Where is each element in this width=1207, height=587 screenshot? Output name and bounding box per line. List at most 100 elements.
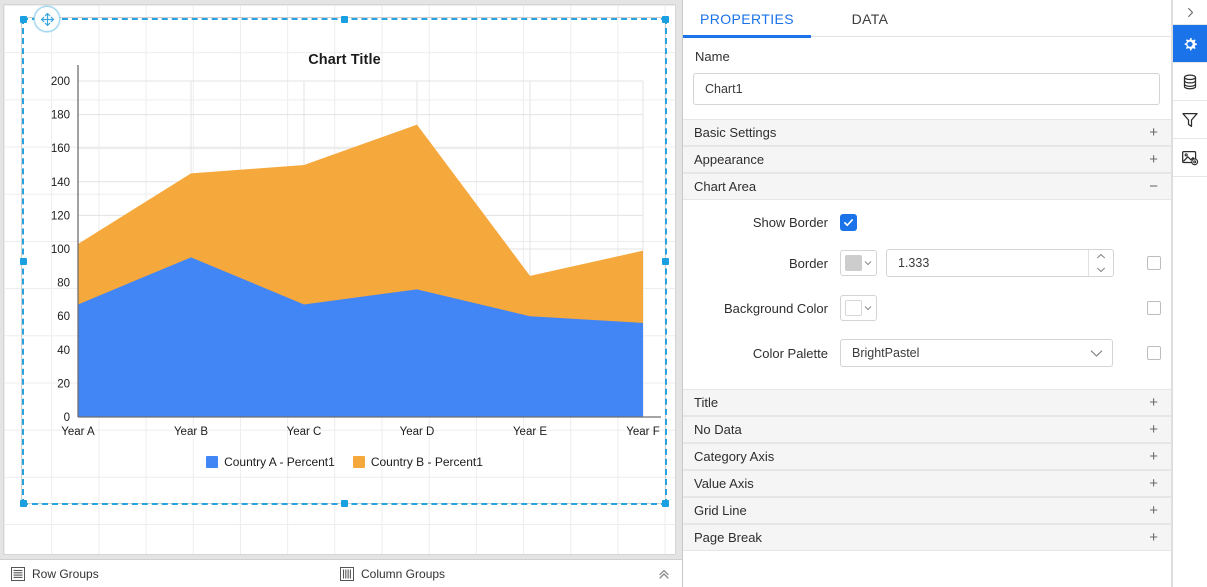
section-value-axis-toggle-icon: + (1149, 475, 1158, 492)
row-groups-label: Row Groups (32, 566, 99, 581)
chart-legend: Country A - Percent1 Country B - Percent1 (26, 455, 663, 469)
border-expression-checkbox[interactable] (1147, 256, 1161, 270)
section-category-axis[interactable]: Category Axis + (683, 443, 1171, 470)
check-icon (844, 219, 853, 227)
show-border-checkbox[interactable] (840, 214, 857, 231)
section-basic-settings[interactable]: Basic Settings + (683, 119, 1171, 146)
section-grid-line-toggle-icon: + (1149, 502, 1158, 519)
category-axis-tick-label: Year A (61, 426, 95, 438)
name-label: Name (695, 49, 730, 64)
section-category-axis-toggle-icon: + (1149, 448, 1158, 465)
section-page-break[interactable]: Page Break + (683, 524, 1171, 551)
background-color-picker[interactable] (840, 295, 877, 321)
expand-panel-button[interactable] (1173, 0, 1207, 25)
section-appearance-toggle-icon: + (1149, 151, 1158, 168)
section-basic-settings-toggle-icon: + (1149, 124, 1158, 141)
chevron-down-icon (1097, 267, 1105, 272)
section-page-break-toggle-icon: + (1149, 529, 1158, 546)
database-icon (1183, 74, 1197, 89)
value-axis-tick-label: 120 (51, 210, 70, 222)
move-cross-icon[interactable] (34, 6, 60, 32)
color-palette-expression-checkbox[interactable] (1147, 346, 1161, 360)
value-axis-tick-label: 140 (51, 177, 70, 189)
section-chart-area[interactable]: Chart Area − (683, 173, 1171, 200)
border-color-picker[interactable] (840, 250, 877, 276)
chart-plot: 0 20 40 60 80 100 120 140 160 180 200 Year A Year B… (51, 65, 661, 438)
value-axis-tick-label: 100 (51, 244, 70, 256)
legend-item: Country B - Percent1 (352, 455, 483, 469)
tab-properties[interactable]: PROPERTIES (683, 0, 811, 38)
section-appearance-label: Appearance (694, 152, 765, 167)
chevron-down-icon (864, 306, 872, 311)
bottom-sections: Title + No Data + Category Axis + Value Axis + G… (683, 389, 1171, 551)
section-title-toggle-icon: + (1149, 394, 1158, 411)
chart-value-axis: 0 20 40 60 80 100 120 140 160 180 200 (51, 65, 79, 424)
chevron-double-up-icon (659, 569, 669, 579)
chevron-down-icon (864, 261, 872, 266)
column-groups-button[interactable]: Column Groups (340, 566, 446, 581)
border-width-field[interactable] (886, 249, 1114, 277)
section-no-data[interactable]: No Data + (683, 416, 1171, 443)
panel-tabs: PROPERTIES DATA (683, 0, 1171, 38)
chart-area-section-body: Show Border Border 1.333 Background Colo… (683, 200, 1171, 389)
rail-item-data-source[interactable] (1173, 63, 1207, 101)
color-palette-label: Color Palette (752, 345, 828, 361)
tab-data[interactable]: DATA (811, 0, 929, 37)
category-axis-tick-label: Year B (174, 426, 208, 438)
category-axis-tick-label: Year D (400, 426, 435, 438)
section-chart-area-toggle-icon: − (1149, 178, 1158, 195)
column-groups-label: Column Groups (361, 566, 446, 581)
border-width-increment[interactable] (1096, 250, 1106, 263)
chevron-down-icon (1090, 349, 1103, 357)
color-palette-select[interactable]: BrightPastel (840, 339, 1113, 367)
section-chart-area-label: Chart Area (694, 179, 757, 194)
category-axis-tick-label: Year C (287, 426, 322, 438)
value-axis-tick-label: 80 (57, 278, 70, 290)
image-settings-icon (1182, 150, 1199, 165)
section-appearance[interactable]: Appearance + (683, 146, 1171, 173)
chevron-up-icon (1097, 254, 1105, 259)
rail-item-image-settings[interactable] (1173, 139, 1207, 177)
section-grid-line-label: Grid Line (694, 503, 747, 518)
properties-pane: PROPERTIES DATA Name Basic Settings + Ap… (683, 0, 1172, 587)
background-color-row: Background Color (683, 295, 1171, 321)
color-palette-value: BrightPastel (852, 346, 920, 360)
value-axis-tick-label: 40 (57, 345, 70, 357)
report-designer: Chart Title 0 20 40 60 80 100 120 140 160 180 200 … (0, 0, 1207, 587)
color-palette-row: Color Palette BrightPastel (683, 339, 1171, 367)
border-width-decrement[interactable] (1096, 263, 1106, 276)
background-expression-checkbox[interactable] (1147, 301, 1161, 315)
category-axis-tick-label: Year E (513, 426, 547, 438)
section-value-axis[interactable]: Value Axis + (683, 470, 1171, 497)
rows-icon (11, 566, 25, 581)
legend-swatch (352, 456, 365, 468)
value-axis-tick-label: 200 (51, 76, 70, 88)
rail-item-settings[interactable] (1173, 25, 1207, 63)
design-surface[interactable]: Chart Title 0 20 40 60 80 100 120 140 160 180 200 … (3, 4, 676, 555)
section-no-data-toggle-icon: + (1149, 421, 1158, 438)
border-width-input[interactable] (887, 255, 1088, 271)
collapse-groups-button[interactable] (657, 567, 682, 581)
value-axis-tick-label: 20 (57, 378, 70, 390)
row-groups-button[interactable]: Row Groups (0, 566, 340, 581)
columns-icon (340, 566, 354, 581)
section-value-axis-label: Value Axis (694, 476, 754, 491)
section-title[interactable]: Title + (683, 389, 1171, 416)
border-label: Border (788, 255, 828, 271)
category-axis-tick-label: Year F (626, 426, 659, 438)
legend-swatch (206, 456, 219, 468)
status-bar: Row Groups Column Groups (0, 559, 682, 587)
section-grid-line[interactable]: Grid Line + (683, 497, 1171, 524)
rail-item-filter[interactable] (1173, 101, 1207, 139)
border-width-spinner[interactable] (1088, 250, 1113, 276)
value-axis-tick-label: 60 (57, 311, 70, 323)
show-border-label: Show Border (752, 215, 828, 230)
chevron-right-icon (1187, 7, 1193, 17)
chart-object[interactable]: Chart Title 0 20 40 60 80 100 120 140 160 180 200 … (26, 22, 663, 500)
value-axis-tick-label: 160 (51, 143, 70, 155)
border-color-swatch (845, 255, 862, 271)
name-input[interactable] (693, 73, 1160, 105)
section-basic-settings-label: Basic Settings (694, 125, 777, 140)
design-canvas-pane[interactable]: Chart Title 0 20 40 60 80 100 120 140 160 180 200 … (0, 0, 683, 587)
name-field-block: Name (683, 37, 1171, 119)
